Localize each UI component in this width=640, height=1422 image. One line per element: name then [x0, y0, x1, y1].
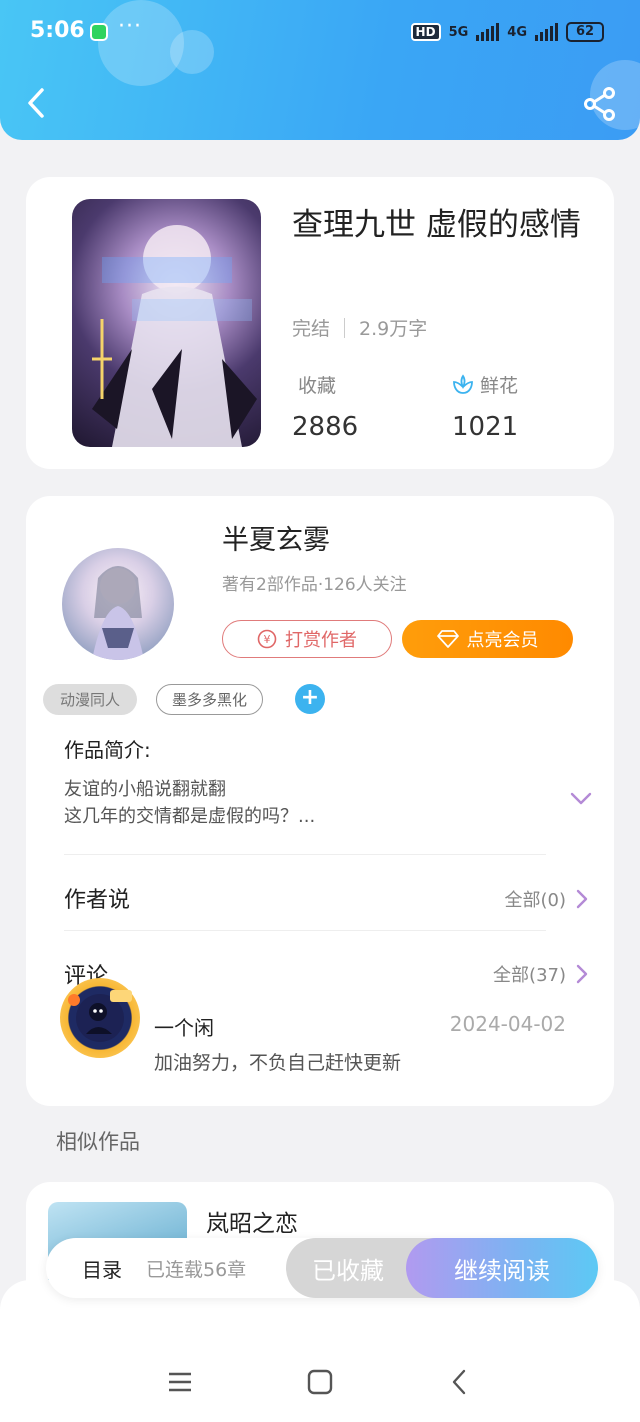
similar-book-title[interactable]: 岚昭之恋	[206, 1204, 298, 1238]
network-4g-label: 4G	[507, 24, 527, 40]
status-bar: 5:06 ··· HD 5G 4G 62	[0, 0, 640, 64]
signal-icon	[535, 23, 558, 41]
flowers-stat: 鲜花 1021	[452, 371, 518, 442]
book-info-card: 查理九世 虚假的感情 完结 2.9万字 收藏 2886 鲜花 1021	[26, 177, 614, 469]
back-icon[interactable]	[446, 1368, 474, 1396]
divider	[64, 930, 546, 931]
favorites-label: 收藏	[298, 375, 337, 397]
favorites-value: 2886	[292, 412, 359, 442]
similar-works-heading: 相似作品	[56, 1130, 140, 1154]
flowers-value: 1021	[452, 412, 519, 442]
hd-icon: HD	[410, 23, 441, 41]
toc-button[interactable]: 目录	[82, 1254, 122, 1283]
share-icon[interactable]	[582, 86, 618, 122]
book-word-count: 2.9万字	[359, 318, 428, 340]
flowers-label-row: 鲜花	[452, 371, 518, 398]
status-time: 5:06	[30, 18, 85, 43]
menu-icon[interactable]	[166, 1368, 194, 1396]
flowers-label: 鲜花	[480, 375, 519, 397]
vip-button[interactable]: 点亮会员	[402, 620, 573, 658]
home-square-icon[interactable]	[306, 1368, 334, 1396]
cover-art-icon	[92, 225, 257, 447]
book-cover-image[interactable]	[72, 199, 261, 447]
book-meta: 完结 2.9万字	[292, 314, 427, 341]
comments-all-link[interactable]: 全部(37)	[493, 961, 588, 987]
comment-text[interactable]: 加油努力，不负自己赶快更新	[154, 1048, 401, 1075]
svg-text:¥: ¥	[264, 633, 271, 646]
flower-icon	[453, 373, 473, 394]
back-arrow-icon[interactable]	[22, 86, 56, 120]
app-notification-icon	[90, 23, 108, 41]
book-status: 完结	[292, 318, 331, 340]
add-tag-button[interactable]: +	[295, 684, 325, 714]
system-indicators: HD 5G 4G 62	[410, 22, 604, 42]
tag-chip[interactable]: 墨多多黑化	[156, 684, 263, 715]
network-5g-label: 5G	[448, 24, 469, 40]
comments-count: 全部(37)	[493, 965, 566, 986]
reading-action-bar: 目录 已连载56章 已收藏 继续阅读	[46, 1238, 598, 1298]
author-info: 著有2部作品·126人关注	[222, 575, 407, 595]
book-title: 查理九世 虚假的感情	[292, 207, 581, 243]
author-says-all-link[interactable]: 全部(0)	[505, 886, 589, 912]
tip-author-button[interactable]: ¥ 打赏作者	[222, 620, 392, 658]
meta-divider	[344, 317, 346, 338]
more-notifications-icon: ···	[118, 14, 142, 39]
intro-line: 这几年的交情都是虚假的吗？...	[64, 806, 316, 827]
author-avatar[interactable]	[62, 548, 174, 660]
commenter-avatar[interactable]	[60, 978, 140, 1058]
system-navigation-bar	[0, 1356, 640, 1412]
battery-icon: 62	[566, 22, 604, 42]
avatar-art-icon	[92, 566, 144, 660]
continue-reading-button[interactable]: 继续阅读	[406, 1238, 598, 1298]
top-header: 5:06 ··· HD 5G 4G 62	[0, 0, 640, 140]
comment-date: 2024-04-02	[449, 1012, 566, 1036]
intro-text[interactable]: 友谊的小船说翻就翻 这几年的交情都是虚假的吗？...	[64, 776, 524, 830]
signal-icon	[476, 23, 500, 41]
author-says-heading: 作者说	[64, 888, 131, 913]
serial-info: 已连载56章	[146, 1259, 247, 1281]
chevron-right-icon	[576, 964, 588, 984]
vip-label: 点亮会员	[466, 630, 539, 651]
tag-chip[interactable]: 动漫同人	[43, 684, 137, 715]
diamond-icon	[436, 630, 459, 648]
author-name[interactable]: 半夏玄雾	[222, 518, 330, 557]
author-says-count: 全部(0)	[504, 890, 567, 911]
coin-icon: ¥	[257, 629, 277, 649]
divider	[64, 854, 546, 855]
author-detail-card: 半夏玄雾 著有2部作品·126人关注 ¥ 打赏作者 点亮会员 动漫同人 墨多多黑…	[26, 496, 614, 1106]
commenter-avatar-art-icon	[68, 990, 132, 1042]
chevron-right-icon	[576, 889, 588, 909]
expand-chevron-down-icon[interactable]	[570, 792, 592, 806]
favorites-stat: 收藏 2886	[292, 371, 358, 442]
intro-line: 友谊的小船说翻就翻	[64, 779, 226, 800]
intro-heading: 作品简介:	[64, 738, 151, 762]
tip-author-label: 打赏作者	[285, 630, 357, 651]
commenter-name: 一个闲	[154, 1016, 214, 1040]
